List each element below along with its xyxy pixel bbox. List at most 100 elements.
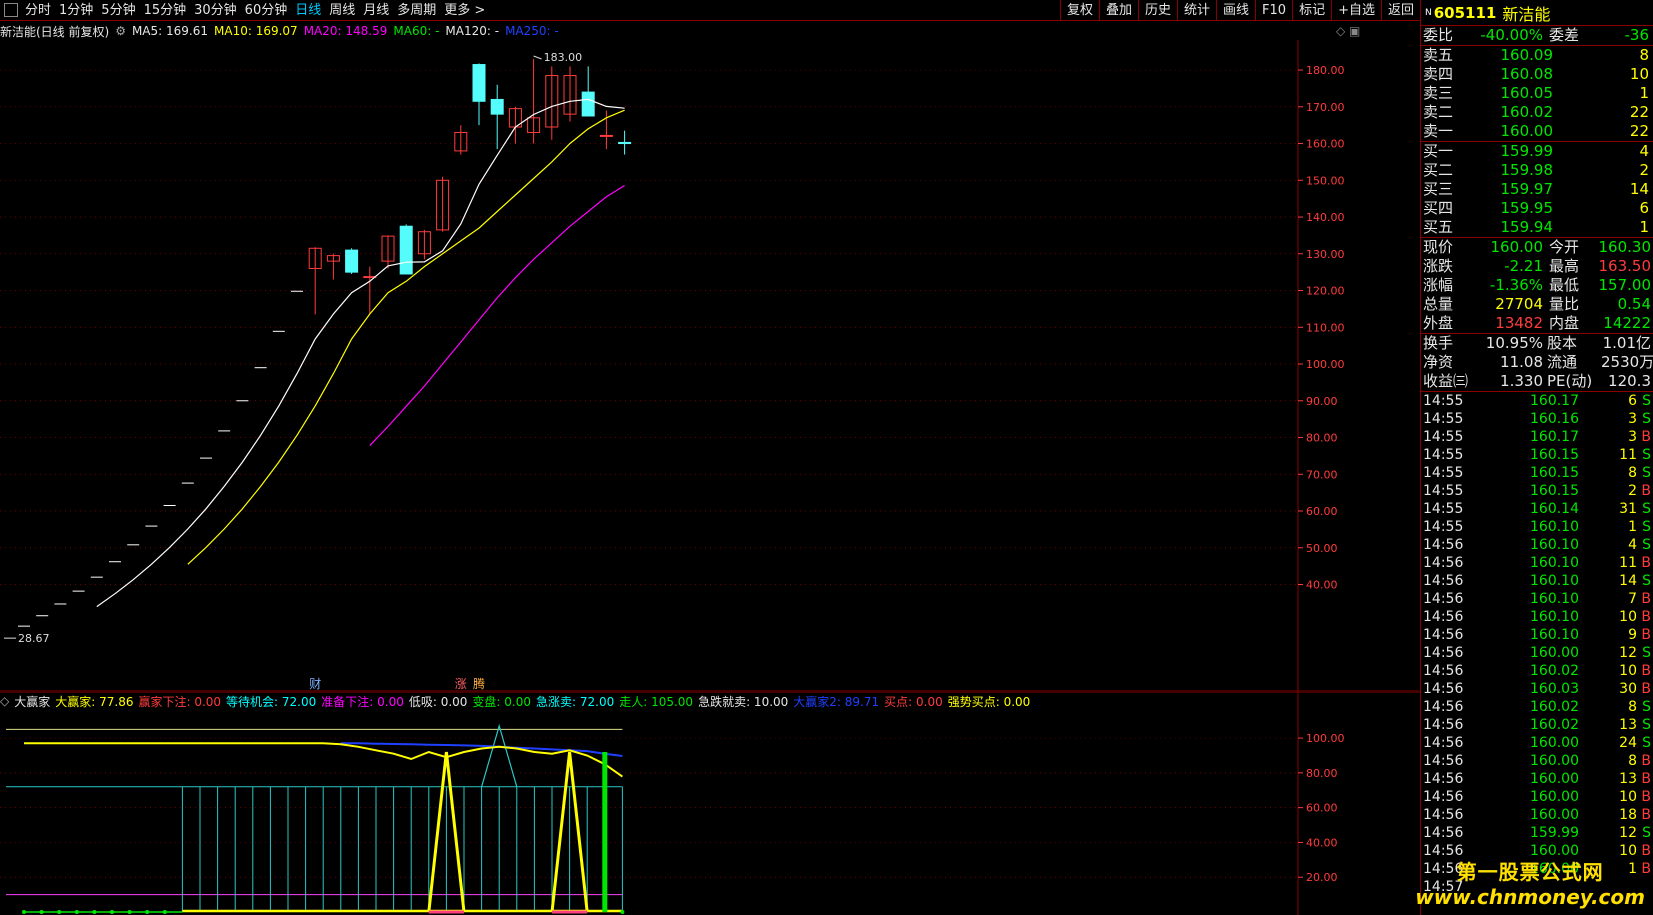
candle-body (472, 64, 486, 102)
ma20-line (369, 184, 625, 447)
indicator-legend-item: 急涨卖: 72.00 (536, 694, 615, 709)
quote-value: 160.00 (1490, 238, 1544, 256)
sell-volume: 10 (1629, 65, 1649, 83)
y-tick-label: 50.00 (1306, 542, 1338, 555)
period-tab-5[interactable]: 60分钟 (241, 0, 292, 21)
candle-body (618, 141, 632, 145)
fund-label: 收益㈢ (1423, 372, 1469, 390)
chart-corner-icons[interactable]: ◇ ▣ (1336, 24, 1360, 38)
tick-side: S (1642, 447, 1651, 463)
candlestick-chart[interactable]: 40.00 50.00 60.00 70.00 80.00 90.00 100.00 110.… (0, 40, 1420, 692)
period-tab-0[interactable]: 分时 (21, 0, 55, 21)
quote-label: 现价 (1423, 238, 1454, 256)
candle (490, 84, 504, 150)
tick-side: S (1642, 501, 1651, 517)
tick-side: B (1641, 771, 1651, 787)
tick-volume: 18 (1619, 807, 1637, 823)
toolbar-button-6[interactable]: 标记 (1292, 0, 1331, 21)
fund-value: 2530万 (1601, 353, 1653, 371)
tick-time: 14:56 (1423, 681, 1464, 697)
period-tab-7[interactable]: 周线 (325, 0, 359, 21)
buy-price: 159.95 (1500, 199, 1554, 217)
tick-volume: 2 (1628, 483, 1637, 499)
period-tab-1[interactable]: 1分钟 (55, 0, 97, 21)
period-tab-3[interactable]: 15分钟 (140, 0, 191, 21)
candle (454, 125, 468, 155)
strong-buy-bar (602, 752, 608, 912)
toolbar-button-3[interactable]: 统计 (1177, 0, 1216, 21)
settings-icon[interactable]: ⚙ (115, 24, 126, 38)
period-tab-8[interactable]: 月线 (359, 0, 393, 21)
fund-value: 1.01亿 (1602, 334, 1651, 352)
candle-body (599, 134, 613, 137)
buy-label: 买四 (1423, 199, 1454, 217)
quote-value: 157.00 (1598, 276, 1652, 294)
toolbar-button-5[interactable]: F10 (1255, 0, 1292, 21)
indicator-legend-item: 大赢家: 77.86 (55, 694, 134, 709)
toolbar-button-0[interactable]: 复权 (1059, 0, 1099, 21)
tick-side: S (1642, 411, 1651, 427)
candle-body (345, 249, 359, 273)
toolbar-button-4[interactable]: 画线 (1216, 0, 1255, 21)
toolbar-button-2[interactable]: 历史 (1137, 0, 1177, 21)
tick-price: 160.00 (1530, 645, 1579, 661)
ma5-label: MA5: 169.61 (131, 24, 208, 38)
candle (581, 66, 595, 117)
tick-time: 14:56 (1423, 699, 1464, 715)
tick-price: 160.02 (1530, 663, 1579, 679)
new-badge: N (1425, 7, 1432, 18)
tick-row: 14:55 160.10 1 S (1421, 518, 1653, 536)
tick-price: 160.10 (1530, 573, 1579, 589)
quote-label: 内盘 (1549, 314, 1580, 332)
sell-price: 160.02 (1500, 103, 1554, 121)
green-dot (110, 910, 114, 914)
candle (326, 253, 340, 280)
tick-side: S (1642, 393, 1651, 409)
sell-price: 160.00 (1500, 122, 1554, 140)
tick-volume: 10 (1619, 663, 1637, 679)
event-marker: 财 (309, 677, 321, 691)
candle-body (399, 225, 413, 275)
tick-list[interactable]: 14:55 160.17 6 S 14:55 160.16 3 S 14:55 160.17 3 B 1… (1421, 392, 1653, 896)
indicator-toggle-icon[interactable]: ◇ (0, 694, 9, 708)
tick-row: 14:56 160.03 30 B (1421, 680, 1653, 698)
green-dot (162, 910, 167, 914)
menu-toggle-icon[interactable] (4, 3, 18, 17)
candle (508, 106, 522, 144)
indicator-chart[interactable]: 20.00 40.00 60.00 80.00 100.00 (0, 692, 1420, 915)
indicator-legend-item: 变盘: 0.00 (472, 694, 531, 709)
tick-side: S (1642, 699, 1651, 715)
tick-volume: 12 (1619, 825, 1637, 841)
toolbar-button-7[interactable]: +自选 (1331, 0, 1381, 21)
tick-volume: 9 (1628, 627, 1637, 643)
quote-label: 今开 (1549, 238, 1580, 256)
tick-row: 14:55 160.16 3 S (1421, 410, 1653, 428)
sub-y-tick-label: 60.00 (1306, 802, 1338, 815)
toolbar-button-8[interactable]: 返回 (1380, 0, 1420, 21)
period-tab-4[interactable]: 30分钟 (190, 0, 241, 21)
fund-label: 流通 (1547, 353, 1578, 371)
period-tab-2[interactable]: 5分钟 (97, 0, 139, 21)
fund-value: 120.3 (1608, 372, 1651, 390)
green-dot (92, 910, 97, 914)
tick-price: 160.17 (1530, 393, 1579, 409)
candle (563, 66, 577, 122)
tick-time: 14:55 (1423, 429, 1464, 445)
tick-row: 14:56 160.00 18 B (1421, 806, 1653, 824)
buy-volume: 14 (1629, 180, 1649, 198)
tick-price: 159.99 (1530, 825, 1579, 841)
indicator-legend-item: 等待机会: 72.00 (226, 694, 317, 709)
fundamentals: 换手 10.95% 股本 1.01亿 净资 11.08 流通 2530万 收益㈢ 1.330 PE(… (1421, 334, 1653, 391)
weibi-label: 委比 (1423, 26, 1454, 44)
candle-body (581, 91, 595, 117)
tick-price: 160.00 (1530, 771, 1579, 787)
candle-body (490, 98, 504, 115)
period-tab-9[interactable]: 多周期 (393, 0, 440, 21)
period-tab-6[interactable]: 日线 (291, 0, 325, 21)
quote-value: -2.21 (1504, 257, 1543, 275)
toolbar-button-1[interactable]: 叠加 (1098, 0, 1138, 21)
buy-label: 买三 (1423, 180, 1454, 198)
period-tab-10[interactable]: 更多 > (440, 0, 489, 21)
indicator-legend-item: 强势买点: 0.00 (947, 694, 1031, 709)
weicha-label: 委差 (1549, 26, 1580, 44)
